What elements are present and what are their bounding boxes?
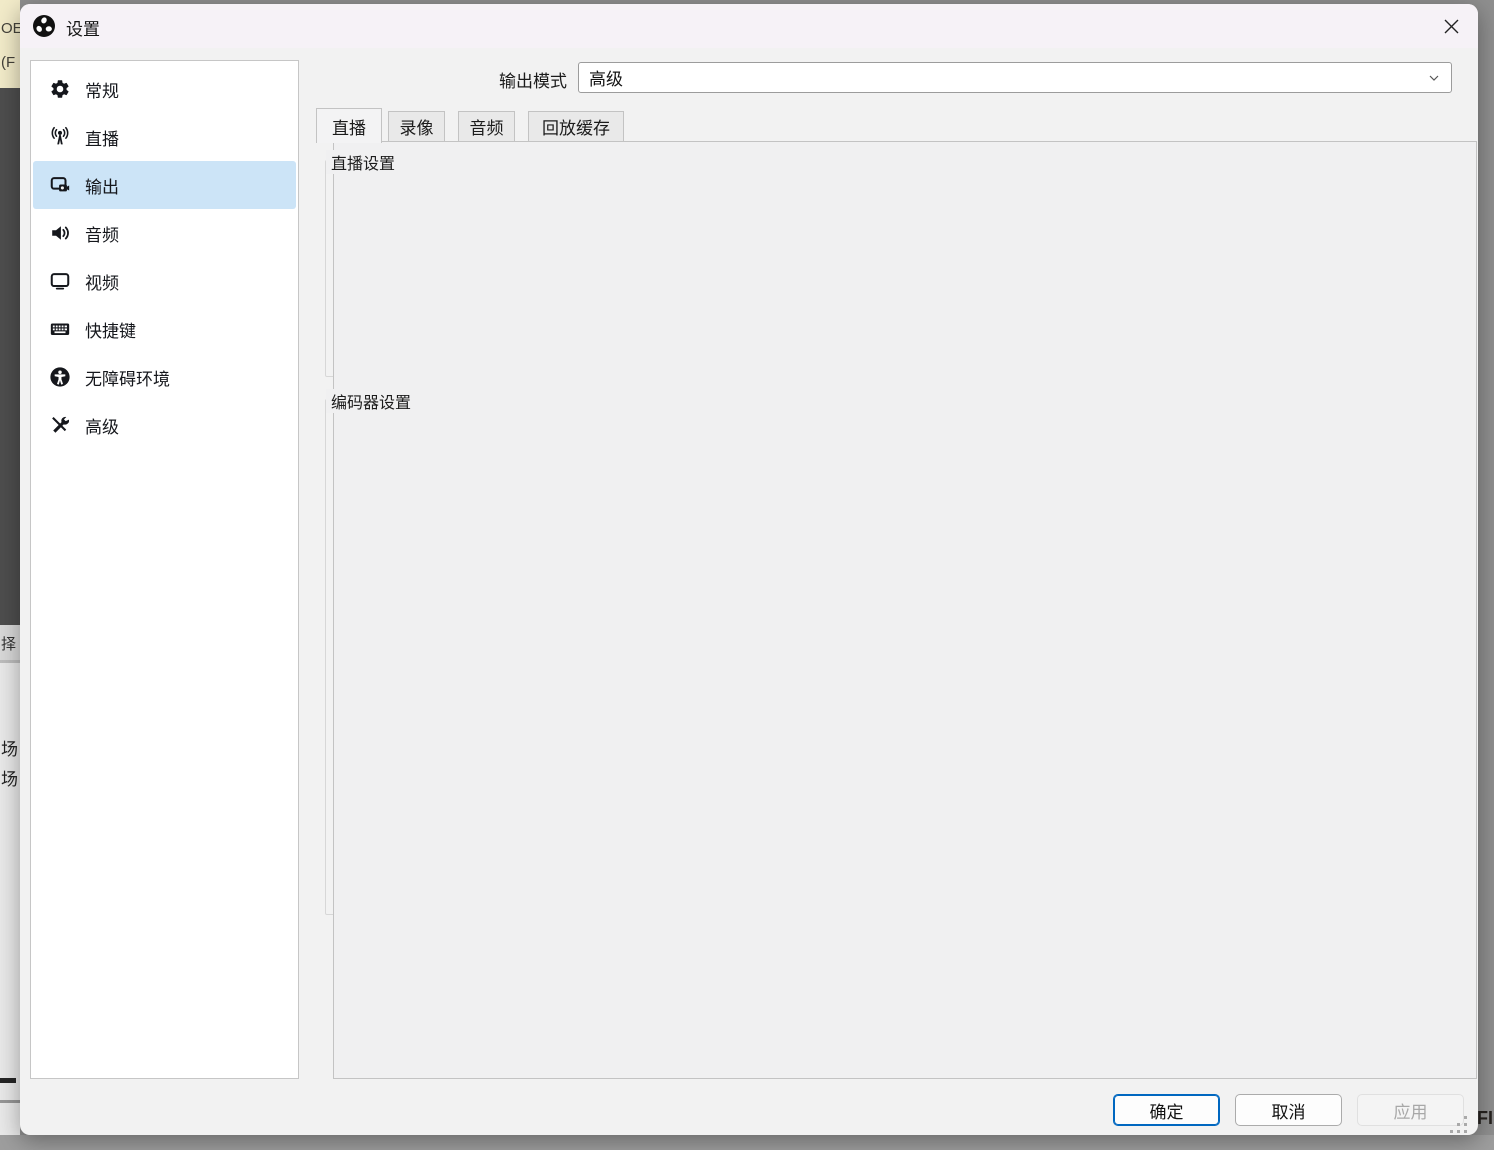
ok-button[interactable]: 确定 [1113,1094,1220,1126]
settings-dialog: 设置 常规 直播 [20,4,1478,1135]
background-window-sliver [0,88,20,625]
sidebar-item-label: 直播 [85,125,119,150]
sidebar-item-label: 输出 [85,173,119,198]
tab-label: 录像 [400,114,434,139]
apply-button-label: 应用 [1394,1098,1428,1123]
background-text-fragment: 择 [1,633,16,654]
settings-sidebar: 常规 直播 输出 [30,60,299,1079]
output-icon [49,174,71,196]
background-window-sliver: 择 [0,625,20,660]
background-text-fragment: 场 [1,765,18,790]
sidebar-item-label: 视频 [85,269,119,294]
sidebar-item-output[interactable]: 输出 [33,161,296,209]
tools-icon [49,414,71,436]
monitor-icon [49,270,71,292]
speaker-icon [49,222,71,244]
tab-label: 音频 [470,114,504,139]
background-window-sliver: 场 场 [0,663,20,1135]
accessibility-icon [49,366,71,388]
background-text-fragment: 场 [1,735,18,760]
output-mode-label: 输出模式 [325,67,567,92]
sidebar-item-label: 高级 [85,413,119,438]
apply-button[interactable]: 应用 [1357,1094,1464,1126]
background-text-fragment: OE [1,20,20,37]
sidebar-item-advanced[interactable]: 高级 [33,401,296,449]
sidebar-item-general[interactable]: 常规 [33,65,296,113]
sidebar-item-accessibility[interactable]: 无障碍环境 [33,353,296,401]
sidebar-item-stream[interactable]: 直播 [33,113,296,161]
tab-stream[interactable]: 直播 [316,108,382,143]
encoder-settings-group-title: 编码器设置 [326,389,416,413]
background-window-sliver: OE (F [0,0,20,88]
tab-replay-buffer[interactable]: 回放缓存 [528,111,624,142]
output-mode-select[interactable]: 高级 [578,62,1452,93]
ok-button-label: 确定 [1150,1098,1184,1123]
stream-tab-panel [333,141,1477,1079]
tab-recording[interactable]: 录像 [388,111,445,142]
dialog-title: 设置 [66,15,100,40]
output-mode-value: 高级 [589,65,623,90]
stream-settings-group-title: 直播设置 [326,150,400,174]
tab-label: 直播 [332,114,366,139]
sidebar-item-video[interactable]: 视频 [33,257,296,305]
title-bar[interactable]: 设置 [20,4,1478,48]
background-divider [0,1078,16,1083]
cancel-button[interactable]: 取消 [1235,1094,1342,1126]
tab-audio[interactable]: 音频 [458,111,515,142]
background-text-fragment: FI [1477,1108,1493,1129]
close-icon [1443,18,1460,35]
obs-logo-icon [32,14,56,38]
close-button[interactable] [1436,12,1466,40]
tab-label: 回放缓存 [542,114,610,139]
chevron-down-icon [1426,70,1442,86]
sidebar-item-label: 快捷键 [85,317,136,342]
sidebar-item-label: 音频 [85,221,119,246]
screen: OE (F 择 场 场 FI 设置 [0,0,1494,1150]
keyboard-icon [49,318,71,340]
sidebar-item-hotkeys[interactable]: 快捷键 [33,305,296,353]
background-text-fragment: (F [1,54,15,71]
background-window-sliver [0,1135,1494,1150]
sidebar-item-label: 常规 [85,77,119,102]
gear-icon [49,78,71,100]
background-divider [0,1100,20,1103]
broadcast-icon [49,126,71,148]
cancel-button-label: 取消 [1272,1098,1306,1123]
sidebar-item-audio[interactable]: 音频 [33,209,296,257]
sidebar-item-label: 无障碍环境 [85,365,170,390]
